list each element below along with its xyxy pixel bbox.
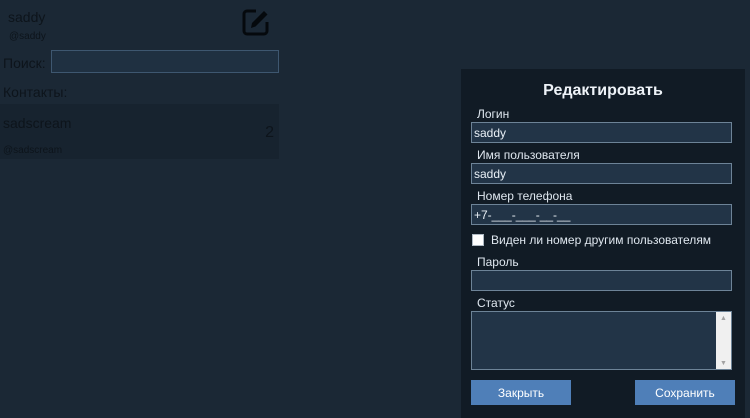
phone-visibility-label: Виден ли номер другим пользователям — [491, 233, 712, 247]
save-button[interactable]: Сохранить — [635, 380, 735, 405]
edit-profile-dialog: Редактировать Логин Имя пользователя Ном… — [461, 69, 745, 418]
phone-visibility-checkbox[interactable] — [472, 234, 484, 246]
contact-list-item[interactable]: sadscream @sadscream 2 — [0, 104, 279, 159]
profile-name: saddy — [8, 9, 46, 25]
password-label: Пароль — [477, 255, 519, 269]
profile-login: @saddy — [9, 31, 46, 42]
phone-input[interactable] — [471, 204, 732, 225]
username-label: Имя пользователя — [477, 148, 580, 162]
scroll-down-icon[interactable]: ▼ — [716, 357, 731, 369]
login-input[interactable] — [471, 122, 732, 143]
phone-visibility-row[interactable]: Виден ли номер другим пользователям — [472, 233, 711, 247]
status-label: Статус — [477, 296, 515, 310]
contact-name: sadscream — [3, 115, 72, 131]
status-scrollbar[interactable]: ▲ ▼ — [716, 312, 731, 369]
scroll-up-icon[interactable]: ▲ — [716, 312, 731, 324]
contact-login: @sadscream — [3, 145, 63, 156]
search-label: Поиск: — [3, 55, 46, 71]
login-label: Логин — [477, 107, 510, 121]
edit-profile-button[interactable] — [240, 6, 272, 38]
close-button[interactable]: Закрыть — [471, 380, 571, 405]
username-input[interactable] — [471, 163, 732, 184]
status-textarea[interactable] — [471, 311, 732, 370]
phone-label: Номер телефона — [477, 189, 573, 203]
password-input[interactable] — [471, 270, 732, 291]
contacts-label: Контакты: — [3, 84, 68, 100]
edit-icon — [242, 9, 269, 36]
dialog-title: Редактировать — [543, 82, 663, 99]
search-input[interactable] — [51, 50, 279, 73]
unread-count: 2 — [265, 124, 274, 141]
